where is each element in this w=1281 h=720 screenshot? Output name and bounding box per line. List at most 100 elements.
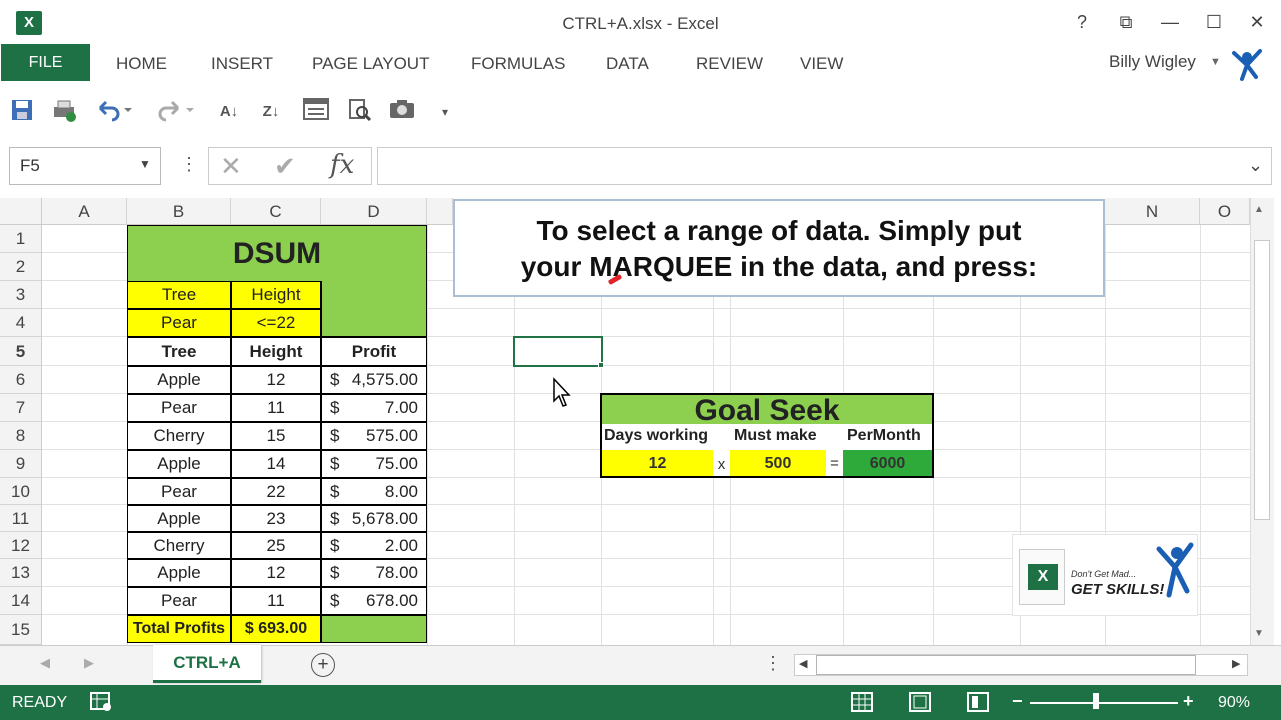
expand-formula-bar-icon[interactable]: ⌄ (1248, 155, 1263, 176)
redo-icon[interactable] (156, 98, 196, 126)
hscroll-right-icon[interactable]: ▶ (1232, 657, 1240, 670)
column-header-o[interactable]: O (1200, 198, 1250, 225)
insert-function-button[interactable]: fx (330, 150, 354, 180)
goal-seek-days-value[interactable]: 12 (602, 450, 713, 476)
form-icon[interactable] (302, 98, 330, 126)
table-cell-height[interactable]: 25 (231, 532, 321, 559)
row-header-14[interactable]: 14 (0, 587, 42, 615)
row-header-13[interactable]: 13 (0, 559, 42, 587)
row-header-15[interactable]: 15 (0, 615, 42, 645)
table-cell-profit[interactable]: $5,678.00 (321, 505, 427, 532)
select-all-corner[interactable] (0, 198, 42, 225)
column-header-n[interactable]: N (1105, 198, 1200, 225)
zoom-level[interactable]: 90% (1218, 694, 1250, 712)
table-cell-height[interactable]: 11 (231, 394, 321, 422)
criteria-value-height[interactable]: <=22 (231, 309, 321, 337)
column-header-c[interactable]: C (231, 198, 321, 225)
column-header-d[interactable]: D (321, 198, 427, 225)
table-cell-height[interactable]: 23 (231, 505, 321, 532)
total-profits-value[interactable]: $ 693.00 (231, 615, 321, 643)
table-cell-height[interactable]: 12 (231, 559, 321, 587)
file-tab[interactable]: FILE (1, 44, 90, 81)
table-cell-height[interactable]: 22 (231, 478, 321, 505)
table-cell-tree[interactable]: Apple (127, 366, 231, 394)
page-layout-view-icon[interactable] (908, 691, 932, 713)
user-dropdown-icon[interactable]: ▼ (1210, 56, 1221, 68)
hscroll-left-icon[interactable]: ◀ (799, 657, 807, 670)
sort-ascending-icon[interactable]: A↓ (216, 98, 242, 126)
zoom-slider-thumb[interactable] (1092, 693, 1099, 709)
row-header-10[interactable]: 10 (0, 478, 42, 505)
formula-input[interactable] (377, 147, 1272, 185)
tab-review[interactable]: REVIEW (696, 54, 763, 74)
criteria-header-tree[interactable]: Tree (127, 281, 231, 309)
table-cell-tree[interactable]: Cherry (127, 422, 231, 450)
total-filler[interactable] (321, 615, 427, 643)
minimize-button[interactable]: — (1155, 10, 1185, 34)
table-cell-tree[interactable]: Apple (127, 559, 231, 587)
tab-view[interactable]: VIEW (800, 54, 843, 74)
scroll-down-icon[interactable]: ▼ (1254, 628, 1264, 639)
help-icon[interactable]: ? (1067, 10, 1097, 34)
row-header-3[interactable]: 3 (0, 281, 42, 309)
fill-handle[interactable] (598, 362, 604, 368)
row-header-12[interactable]: 12 (0, 532, 42, 559)
table-cell-tree[interactable]: Cherry (127, 532, 231, 559)
active-cell-selection[interactable] (513, 336, 603, 367)
zoom-slider-track[interactable] (1030, 702, 1178, 704)
sheet-scroll-right-icon[interactable]: ▶ (84, 655, 94, 671)
goal-seek-must-make-value[interactable]: 500 (730, 450, 826, 476)
header-tree[interactable]: Tree (127, 337, 231, 366)
zoom-out-button[interactable]: − (1012, 691, 1023, 712)
close-button[interactable]: ✕ (1242, 10, 1272, 34)
scroll-up-icon[interactable]: ▲ (1254, 204, 1264, 215)
table-cell-profit[interactable]: $8.00 (321, 478, 427, 505)
table-cell-profit[interactable]: $2.00 (321, 532, 427, 559)
criteria-value-tree[interactable]: Pear (127, 309, 231, 337)
criteria-filler[interactable] (321, 281, 427, 337)
cancel-entry-icon[interactable]: ✕ (220, 151, 242, 182)
table-cell-profit[interactable]: $78.00 (321, 559, 427, 587)
normal-view-icon[interactable] (850, 691, 874, 713)
macro-record-icon[interactable] (90, 692, 112, 712)
row-header-9[interactable]: 9 (0, 450, 42, 478)
table-cell-profit[interactable]: $575.00 (321, 422, 427, 450)
table-cell-profit[interactable]: $7.00 (321, 394, 427, 422)
sheet-scroll-left-icon[interactable]: ◀ (40, 655, 50, 671)
row-header-4[interactable]: 4 (0, 309, 42, 337)
tab-home[interactable]: HOME (116, 54, 167, 74)
header-height[interactable]: Height (231, 337, 321, 366)
table-cell-tree[interactable]: Apple (127, 450, 231, 478)
undo-icon[interactable] (94, 98, 134, 126)
customize-toolbar-icon[interactable]: ▾ (436, 98, 454, 126)
enter-entry-icon[interactable]: ✔ (274, 151, 296, 182)
table-cell-profit[interactable]: $678.00 (321, 587, 427, 615)
row-header-7[interactable]: 7 (0, 394, 42, 422)
formula-bar-splitter-icon[interactable]: ⋮ (180, 154, 198, 175)
user-account[interactable]: Billy Wigley (1109, 52, 1196, 72)
name-box-dropdown-icon[interactable]: ▼ (139, 157, 151, 171)
tab-data[interactable]: DATA (606, 54, 649, 74)
horizontal-scroll-thumb[interactable] (816, 655, 1196, 675)
add-sheet-button[interactable]: + (311, 653, 335, 677)
total-profits-label[interactable]: Total Profits (127, 615, 231, 643)
table-cell-height[interactable]: 15 (231, 422, 321, 450)
dsum-title[interactable]: DSUM (127, 225, 427, 281)
tab-page-layout[interactable]: PAGE LAYOUT (312, 54, 429, 74)
header-profit[interactable]: Profit (321, 337, 427, 366)
table-cell-profit[interactable]: $75.00 (321, 450, 427, 478)
row-header-5[interactable]: 5 (0, 337, 42, 366)
zoom-in-button[interactable]: + (1183, 691, 1194, 712)
goal-seek-per-month-value[interactable]: 6000 (843, 450, 932, 476)
column-header-a[interactable]: A (42, 198, 127, 225)
table-cell-tree[interactable]: Apple (127, 505, 231, 532)
table-cell-tree[interactable]: Pear (127, 478, 231, 505)
search-icon[interactable] (346, 98, 374, 126)
column-header-e[interactable] (427, 198, 453, 225)
table-cell-height[interactable]: 12 (231, 366, 321, 394)
maximize-button[interactable]: ☐ (1199, 10, 1229, 34)
row-header-1[interactable]: 1 (0, 225, 42, 253)
table-cell-height[interactable]: 14 (231, 450, 321, 478)
save-icon[interactable] (8, 98, 36, 126)
sheet-tab-ctrl-a[interactable]: CTRL+A (153, 645, 261, 683)
